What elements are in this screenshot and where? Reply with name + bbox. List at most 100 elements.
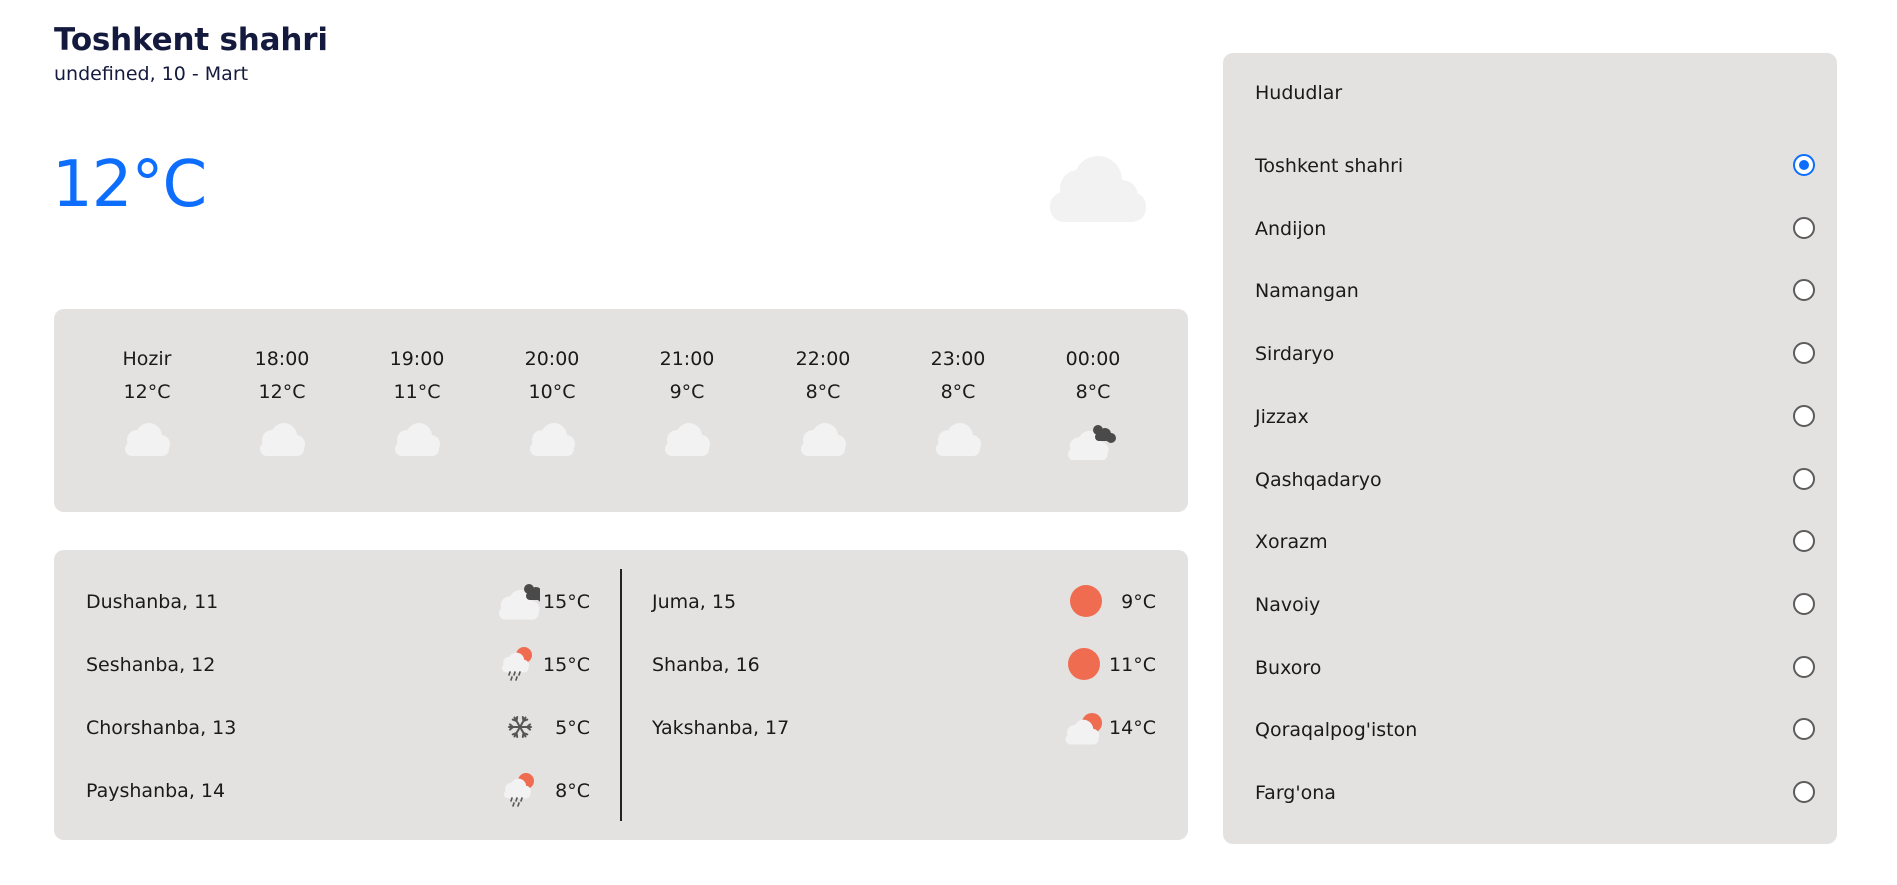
hour-label: 23:00: [930, 348, 986, 370]
region-option[interactable]: Andijon: [1255, 208, 1815, 248]
hour-label: Hozir: [122, 348, 172, 370]
region-label: Namangan: [1255, 280, 1359, 303]
sun-icon: [1064, 581, 1108, 621]
region-label: Farg'ona: [1255, 782, 1336, 804]
region-radio[interactable]: [1793, 154, 1815, 176]
daily-forecast-row: Juma, 15 9°C: [652, 581, 1156, 621]
hour-temperature: 12°C: [123, 381, 171, 403]
day-label: Chorshanba, 13: [86, 717, 237, 739]
regions-title: Hududlar: [1255, 82, 1343, 104]
cloud-icon: [524, 422, 580, 460]
region-radio[interactable]: [1793, 592, 1815, 615]
hour-temperature: 8°C: [1075, 381, 1111, 403]
region-label: Jizzax: [1255, 405, 1309, 428]
hourly-item: Hozir 12°C: [97, 347, 197, 460]
hour-temperature: 8°C: [805, 381, 841, 403]
daily-forecast-row: Yakshanba, 17 14°C: [652, 707, 1156, 747]
region-radio[interactable]: [1793, 655, 1815, 678]
current-weather-cloud-icon: [1034, 148, 1154, 228]
region-option[interactable]: Sirdaryo: [1255, 333, 1815, 373]
snowflake-icon: [498, 707, 542, 747]
current-temperature: 12°C: [52, 148, 207, 222]
region-radio[interactable]: [1793, 342, 1815, 365]
sun-icon: [1062, 644, 1106, 684]
city-title: Toshkent shahri: [54, 22, 328, 58]
day-temperature: 11°C: [1109, 654, 1156, 676]
partly-cloudy-icon: [1062, 707, 1106, 747]
dark-clouds-icon: [496, 581, 547, 621]
region-radio[interactable]: [1793, 718, 1815, 741]
hour-temperature: 9°C: [669, 381, 705, 403]
region-label: Sirdaryo: [1255, 343, 1335, 366]
daily-forecast-row: Seshanba, 12 15°C: [86, 644, 590, 684]
region-option[interactable]: Navoiy: [1255, 584, 1815, 624]
region-radio[interactable]: [1793, 467, 1815, 490]
region-option[interactable]: Toshkent shahri: [1255, 145, 1815, 185]
region-option[interactable]: Qoraqalpog'iston: [1255, 709, 1815, 749]
region-label: Qoraqalpog'iston: [1255, 719, 1418, 742]
region-label: Navoiy: [1255, 593, 1321, 616]
region-option[interactable]: Buxoro: [1255, 647, 1815, 687]
hourly-forecast-panel: Hozir 12°C 18:00 12°C 19:00 11°C 20:00 1…: [54, 309, 1188, 512]
region-radio[interactable]: [1793, 216, 1815, 239]
cloud-icon: [659, 422, 715, 460]
daily-forecast-panel: Dushanba, 11 15°C Seshanba, 12 15°C Chorsh…: [54, 550, 1188, 840]
regions-panel: Hududlar Toshkent shahri Andijon Namanga…: [1223, 53, 1837, 844]
day-label: Dushanba, 11: [86, 591, 219, 613]
hour-label: 21:00: [659, 348, 715, 370]
hourly-item: 20:00 10°C: [502, 347, 602, 460]
region-radio[interactable]: [1793, 279, 1815, 302]
day-temperature: 9°C: [1121, 591, 1156, 613]
daily-forecast-row: Chorshanba, 13 5°C: [86, 707, 590, 747]
day-label: Payshanba, 14: [86, 780, 226, 802]
day-temperature: 8°C: [555, 780, 590, 802]
hour-label: 00:00: [1065, 348, 1121, 370]
region-label: Qashqadaryo: [1255, 468, 1382, 491]
cloud-icon: [254, 422, 310, 460]
hour-label: 18:00: [254, 348, 310, 370]
hourly-item: 21:00 9°C: [637, 347, 737, 460]
region-option[interactable]: Xorazm: [1255, 521, 1815, 561]
day-temperature: 5°C: [555, 717, 590, 739]
day-label: Shanba, 16: [652, 654, 760, 676]
cloud-icon: [795, 422, 851, 460]
region-radio[interactable]: [1793, 781, 1815, 803]
hourly-item: 22:00 8°C: [773, 347, 873, 460]
region-option[interactable]: Namangan: [1255, 270, 1815, 310]
day-temperature: 14°C: [1109, 717, 1156, 739]
hour-label: 19:00: [389, 348, 445, 370]
daily-forecast-row: Payshanba, 14 8°C: [86, 770, 590, 810]
day-temperature: 15°C: [543, 654, 590, 676]
forecast-divider: [620, 569, 622, 821]
region-option[interactable]: Qashqadaryo: [1255, 459, 1815, 499]
daily-forecast-row: Shanba, 16 11°C: [652, 644, 1156, 684]
dark-clouds-icon: [1065, 422, 1121, 461]
hour-label: 22:00: [795, 348, 851, 370]
cloud-icon: [389, 422, 445, 460]
daily-forecast-row: Dushanba, 11 15°C: [86, 581, 590, 621]
day-label: Seshanba, 12: [86, 654, 216, 676]
region-label: Xorazm: [1255, 531, 1328, 554]
day-temperature: 15°C: [543, 591, 590, 613]
hour-temperature: 8°C: [940, 381, 976, 403]
hour-label: 20:00: [524, 348, 580, 370]
region-label: Toshkent shahri: [1255, 155, 1404, 177]
hourly-item: 23:00 8°C: [908, 347, 1008, 460]
city-date: undefined, 10 - Mart: [54, 63, 249, 85]
hourly-item: 18:00 12°C: [232, 347, 332, 460]
region-label: Andijon: [1255, 217, 1327, 240]
region-radio[interactable]: [1793, 530, 1815, 553]
hourly-item: 00:00 8°C: [1043, 347, 1143, 461]
hour-temperature: 12°C: [258, 381, 306, 403]
day-label: Juma, 15: [652, 591, 737, 613]
rain-sun-icon: [498, 770, 542, 810]
region-option[interactable]: Jizzax: [1255, 396, 1815, 436]
hour-temperature: 11°C: [393, 381, 441, 403]
cloud-icon: [930, 422, 986, 460]
weather-page: Toshkent shahri undefined, 10 - Mart 12°…: [0, 0, 1897, 885]
region-option[interactable]: Farg'ona: [1255, 772, 1815, 812]
cloud-icon: [119, 422, 175, 460]
region-radio[interactable]: [1793, 404, 1815, 427]
hour-temperature: 10°C: [528, 381, 576, 403]
hourly-item: 19:00 11°C: [367, 347, 467, 460]
